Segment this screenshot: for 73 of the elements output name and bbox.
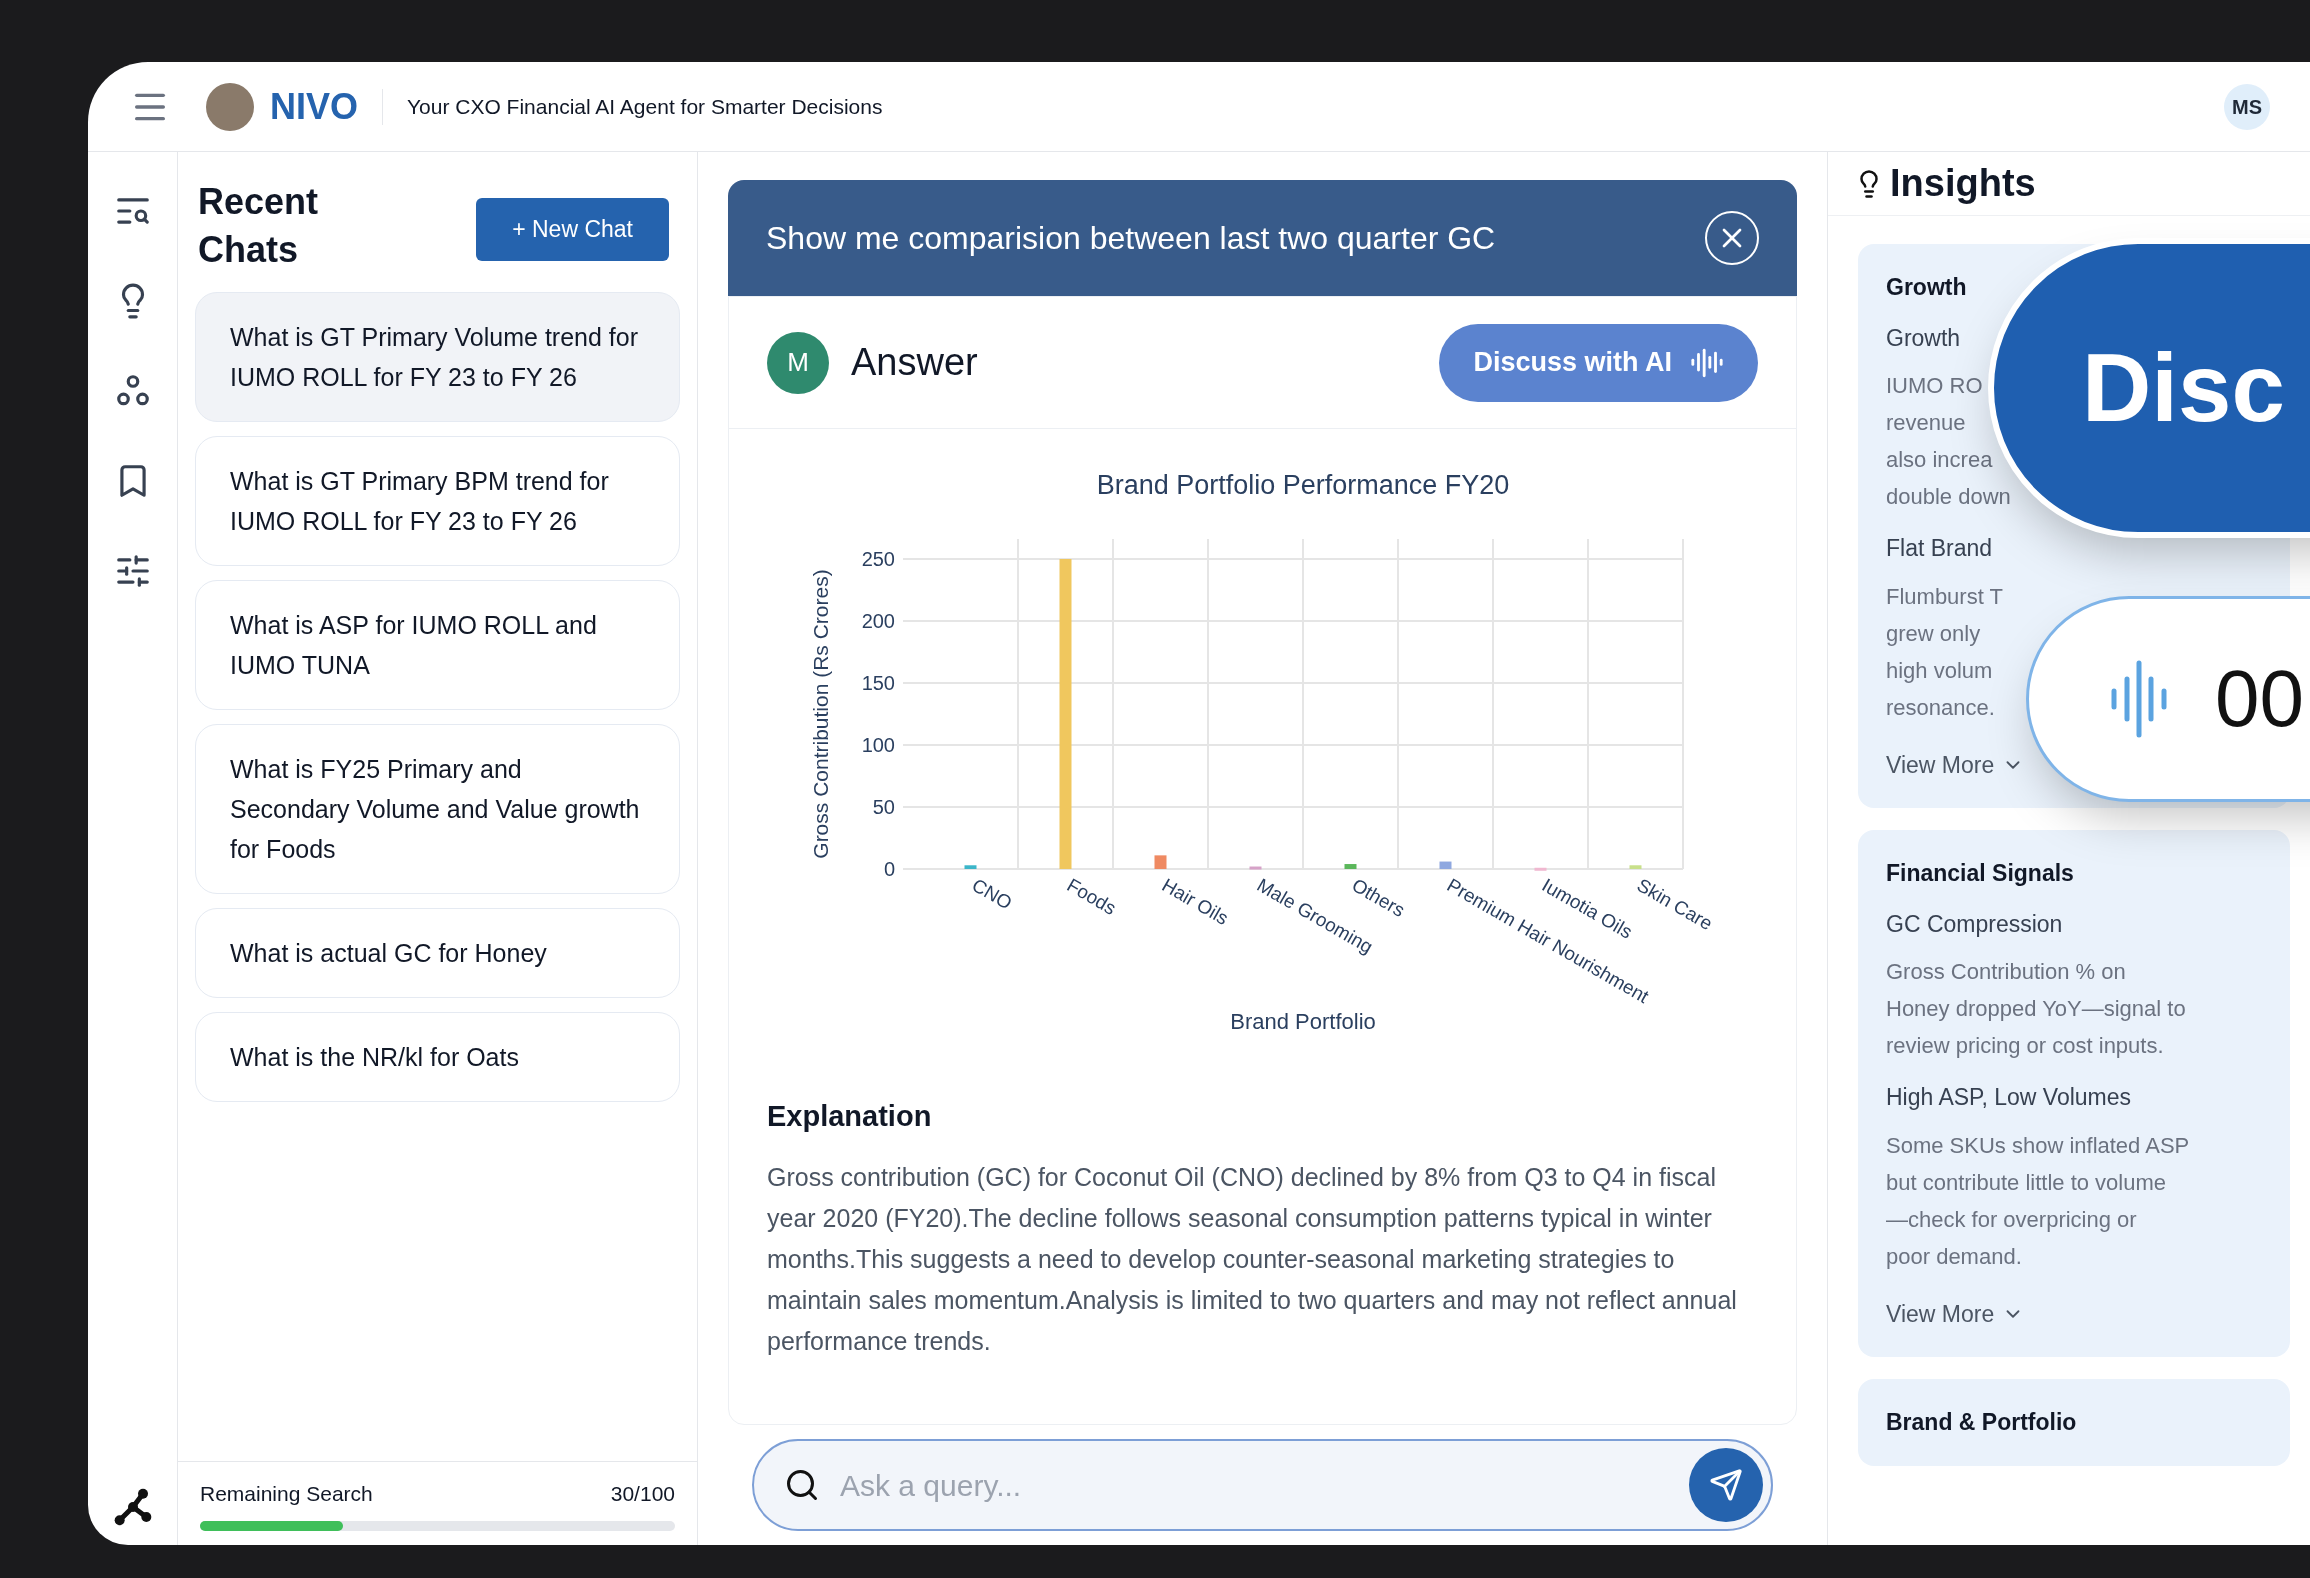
- send-button[interactable]: [1689, 1448, 1763, 1522]
- insight-text-line: high volum: [1886, 656, 1993, 685]
- insight-text-line: revenue: [1886, 409, 1966, 437]
- query-input[interactable]: Ask a query...: [840, 1462, 1689, 1508]
- y-tick-label: 200: [861, 610, 895, 632]
- insight-text-line: grew only: [1886, 619, 1981, 648]
- x-tick-label: Hair Oils: [1158, 874, 1232, 929]
- close-button[interactable]: [1705, 211, 1759, 265]
- chart-bar: [1344, 864, 1356, 869]
- waveform-icon: [2109, 659, 2169, 739]
- y-tick-label: 50: [872, 796, 895, 818]
- insight-text-line: Gross Contribution % on: [1886, 958, 2126, 986]
- y-tick-label: 250: [861, 548, 895, 570]
- x-tick-label: Skin Care: [1633, 874, 1716, 935]
- y-tick-label: 100: [861, 734, 895, 756]
- y-axis-label: Gross Contribution (Rs Crores): [808, 569, 832, 859]
- insight-text-line: poor demand.: [1886, 1242, 2022, 1271]
- chat-item[interactable]: What is FY25 Primary and Secondary Volume and Value growth for Foods: [195, 724, 680, 894]
- search-icon: [784, 1467, 820, 1503]
- remaining-search-count: 30/100: [610, 1480, 675, 1507]
- discuss-with-ai-button[interactable]: Discuss with AI: [1439, 323, 1758, 402]
- insight-text-line: Flumburst T: [1886, 582, 2003, 611]
- insight-text-line: IUMO RO: [1886, 372, 1983, 400]
- insight-text-line: Some SKUs show inflated ASP: [1886, 1131, 2190, 1160]
- query-text: Show me comparision between last two quarter GC: [766, 219, 1496, 258]
- explanation-title: Explanation: [767, 1099, 933, 1134]
- user-avatar[interactable]: MS: [2224, 83, 2270, 130]
- chat-item[interactable]: What is the NR/kl for Oats: [195, 1012, 680, 1102]
- y-tick-label: 150: [861, 672, 895, 694]
- insight-text-line: —check for overpricing or: [1886, 1205, 2137, 1234]
- recent-chats-title: Recent Chats: [198, 180, 320, 272]
- query-input-field[interactable]: Ask a query...: [752, 1439, 1773, 1531]
- brand-name: NIVO: [270, 84, 358, 129]
- new-chat-button[interactable]: + New Chat: [476, 198, 669, 261]
- insight-heading: Growth: [1886, 323, 1962, 353]
- insight-text-line: but contribute little to volume: [1886, 1168, 2167, 1197]
- insight-heading: Flat Brand: [1886, 534, 1994, 563]
- insight-card-title: Brand & Portfolio: [1886, 1408, 2078, 1437]
- view-more-link[interactable]: View More: [1886, 1296, 2025, 1331]
- insight-text-line: Honey dropped YoY—signal to: [1886, 995, 2186, 1023]
- x-tick-label: CNO: [968, 874, 1016, 914]
- chat-item[interactable]: What is GT Primary Volume trend for IUMO ROLL for FY 23 to FY 26: [195, 292, 680, 422]
- insight-card-title: Growth: [1886, 273, 1968, 302]
- remaining-search-label: Remaining Search: [200, 1480, 373, 1507]
- insight-text-line: resonance.: [1886, 693, 1995, 722]
- chart-bar: [1629, 865, 1641, 869]
- view-more-link[interactable]: View More: [1886, 747, 2025, 782]
- answer-avatar: M: [767, 331, 829, 394]
- insight-heading: GC Compression: [1886, 909, 2064, 939]
- y-tick-label: 0: [883, 858, 895, 880]
- insight-text-line: review pricing or cost inputs.: [1886, 1032, 2164, 1060]
- chart-bar: [1439, 861, 1451, 869]
- insights-title: Insights: [1890, 161, 2036, 206]
- x-axis-label: Brand Portfolio: [1229, 1009, 1376, 1034]
- chat-item[interactable]: What is ASP for IUMO ROLL and IUMO TUNA: [195, 580, 680, 710]
- avatar-placeholder: [206, 82, 254, 131]
- chart-title: Brand Portfolio Performance FY20: [1096, 470, 1509, 500]
- network-icon[interactable]: [112, 1487, 153, 1527]
- chat-item[interactable]: What is actual GC for Honey: [195, 908, 680, 998]
- send-icon: [1709, 1468, 1743, 1502]
- insight-heading: High ASP, Low Volumes: [1886, 1083, 2133, 1112]
- timer-text: 00: [2215, 653, 2304, 745]
- answer-title: Answer: [851, 340, 978, 385]
- chart-bar: [1154, 855, 1166, 869]
- chart-bar: [964, 865, 976, 869]
- insight-text-line: also increa: [1886, 446, 1993, 474]
- chart-bar: [1534, 867, 1546, 871]
- explanation-text: Gross contribution (GC) for Coconut Oil (CNO) declined by 8% from Q3 to Q4 in fiscal year 2020 (FY20).The decline follows seasonal consumption patterns typical in winter months.This suggests a need to develop counter-seasonal marketing strategies to maintain sales momentum.Analysis is limited to two quarters and may not reflect annual performance trends.: [767, 1161, 1738, 1357]
- chat-item[interactable]: What is GT Primary BPM trend for IUMO ROLL for FY 23 to FY 26: [195, 436, 680, 566]
- insight-text-line: double down: [1886, 483, 2011, 511]
- chart-bar: [1249, 866, 1261, 870]
- insight-card-title: Financial Signals: [1886, 859, 2075, 888]
- tagline: Your CXO Financial AI Agent for Smarter Decisions: [407, 93, 883, 120]
